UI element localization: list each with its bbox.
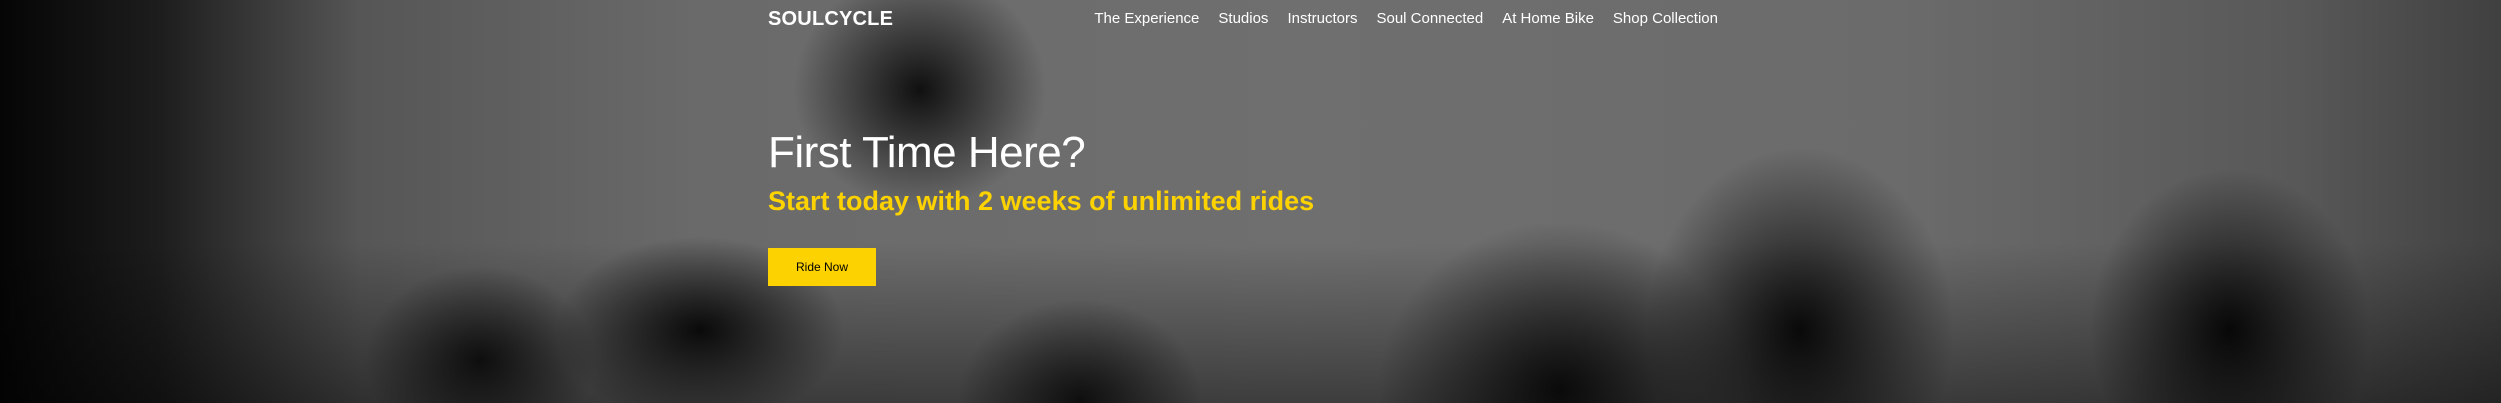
brand-logo[interactable]: SOULCYCLE — [768, 8, 893, 31]
nav-item-shop-collection[interactable]: Shop Collection — [1613, 10, 1718, 27]
nav-item-the-experience[interactable]: The Experience — [1094, 10, 1199, 27]
hero-subheadline: Start today with 2 weeks of unlimited ri… — [768, 186, 1315, 216]
hero-content: SOULCYCLE The Experience Studios Instruc… — [0, 0, 2501, 403]
nav-item-soul-connected[interactable]: Soul Connected — [1376, 10, 1483, 27]
nav-item-instructors[interactable]: Instructors — [1287, 10, 1357, 27]
ride-now-button[interactable]: Ride Now — [768, 248, 876, 286]
nav-item-studios[interactable]: Studios — [1218, 10, 1268, 27]
nav-item-at-home-bike[interactable]: At Home Bike — [1502, 10, 1594, 27]
hero-headline: First Time Here? — [768, 128, 1086, 177]
hero-section: SOULCYCLE The Experience Studios Instruc… — [0, 0, 2501, 403]
main-nav: The Experience Studios Instructors Soul … — [1094, 10, 1718, 27]
